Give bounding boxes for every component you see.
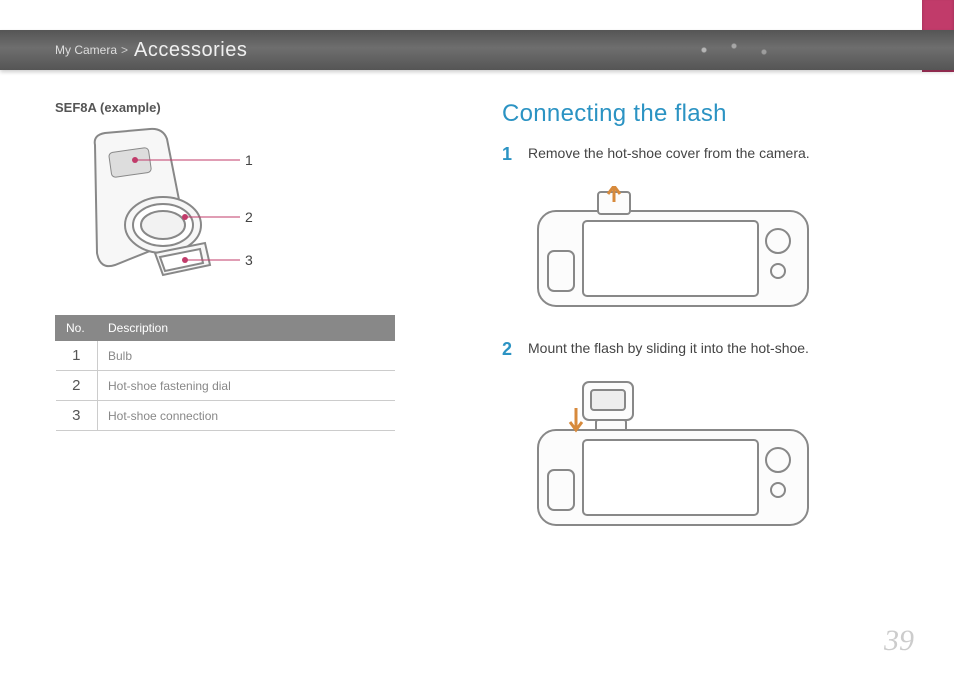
camera-illustration-1 xyxy=(528,186,828,316)
th-no: No. xyxy=(56,316,98,341)
camera-illustration-2 xyxy=(528,380,828,530)
table-row: 1 Bulb xyxy=(56,341,395,371)
step-text: Remove the hot-shoe cover from the camer… xyxy=(528,144,810,164)
right-column: Connecting the flash 1 Remove the hot-sh… xyxy=(502,100,899,636)
table-row: 3 Hot-shoe connection xyxy=(56,401,395,431)
cell-desc: Hot-shoe connection xyxy=(98,401,395,431)
breadcrumb-current: Accessories xyxy=(134,39,247,62)
breadcrumb-parent: My Camera xyxy=(55,43,117,57)
breadcrumb-bar: My Camera > Accessories xyxy=(0,30,954,70)
th-desc: Description xyxy=(98,316,395,341)
cell-desc: Hot-shoe fastening dial xyxy=(98,371,395,401)
page-number: 39 xyxy=(884,624,914,658)
cell-desc: Bulb xyxy=(98,341,395,371)
step-text: Mount the flash by sliding it into the h… xyxy=(528,339,809,359)
step-number: 1 xyxy=(502,144,516,166)
callout-1: 1 xyxy=(245,152,253,168)
cell-no: 1 xyxy=(56,341,98,371)
step-number: 2 xyxy=(502,339,516,361)
table-row: 2 Hot-shoe fastening dial xyxy=(56,371,395,401)
left-column: SEF8A (example) xyxy=(55,100,452,636)
section-title: Connecting the flash xyxy=(502,100,899,128)
cell-no: 2 xyxy=(56,371,98,401)
example-label: SEF8A (example) xyxy=(55,100,452,115)
step-1: 1 Remove the hot-shoe cover from the cam… xyxy=(502,144,899,166)
breadcrumb-separator: > xyxy=(121,43,128,57)
step-2: 2 Mount the flash by sliding it into the… xyxy=(502,339,899,361)
cell-no: 3 xyxy=(56,401,98,431)
parts-table: No. Description 1 Bulb 2 Hot-shoe fasten… xyxy=(55,315,395,431)
callout-2: 2 xyxy=(245,209,253,225)
callout-3: 3 xyxy=(245,252,253,268)
flash-diagram: 1 2 3 xyxy=(55,125,285,295)
